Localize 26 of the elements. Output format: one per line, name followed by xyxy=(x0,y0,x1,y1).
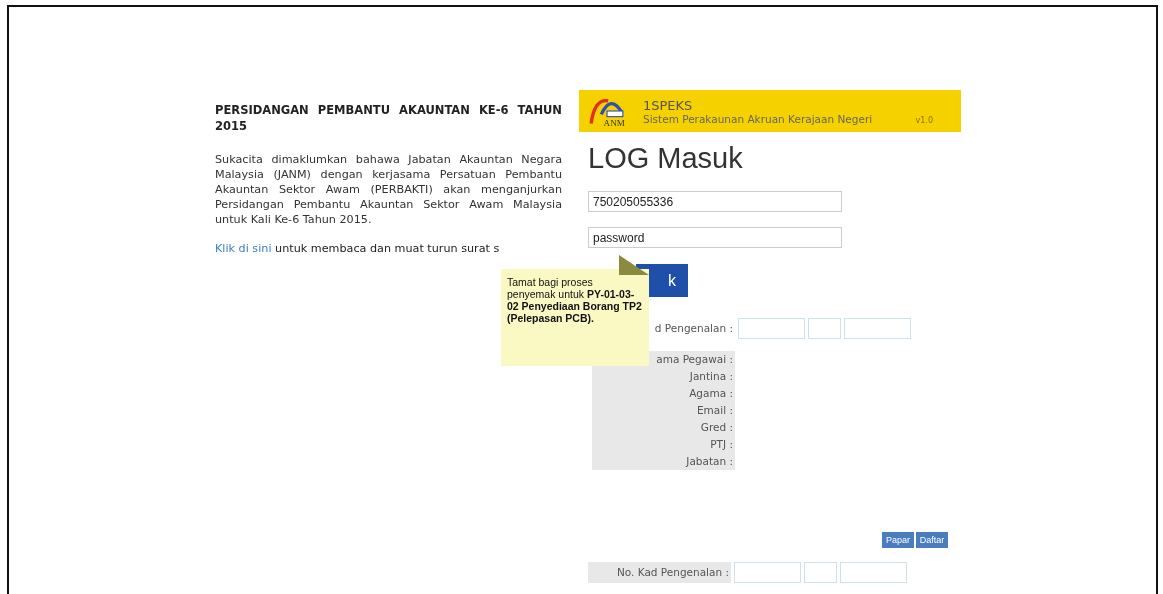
user-id-field[interactable]: 750205055336 xyxy=(588,191,842,212)
id-field[interactable] xyxy=(738,318,805,339)
field-label: Jabatan : xyxy=(592,453,735,470)
field-label: No. Kad Pengenalan : xyxy=(588,562,731,583)
app-title: 1SPEKS xyxy=(643,97,694,113)
field-label: Email : xyxy=(592,402,735,419)
id-field[interactable] xyxy=(804,562,837,583)
announcement-link[interactable]: Klik di sini xyxy=(215,242,272,255)
action-button[interactable]: Daftar xyxy=(916,532,948,548)
link-description: untuk membaca dan muat turun surat s xyxy=(275,242,500,255)
action-button[interactable]: Papar xyxy=(882,532,914,548)
app-subtitle: Sistem Perakaunan Akruan Kerajaan Negeri xyxy=(643,112,874,125)
login-heading: LOG Masuk xyxy=(588,142,744,175)
tooltip-tail-icon xyxy=(619,255,649,275)
announcement-text: Sukacita dimaklumkan bahawa Jabatan Akauntan Negara Malaysia (JANM) dengan kerjasama Persatuan Pembantu Akauntan Sektor Awam (PERBAKTI) akan menganjurkan Persidangan Pembantu Akauntan Sektor Awam Malaysia untuk Kali Ke-6 Tahun 2015. xyxy=(215,152,562,227)
field-label: Agama : xyxy=(592,385,735,402)
id-field[interactable] xyxy=(840,562,907,583)
password-field[interactable]: password xyxy=(588,227,842,248)
field-label: Jantina : xyxy=(592,368,735,385)
announcement-title: PERSIDANGAN PEMBANTU AKAUNTAN KE-6 TAHUN 2015 xyxy=(215,102,562,134)
field-label: Gred : xyxy=(592,419,735,436)
id-field[interactable] xyxy=(808,318,841,339)
id-field[interactable] xyxy=(844,318,911,339)
id-field[interactable] xyxy=(734,562,801,583)
version-label: v1.0 xyxy=(915,116,933,125)
field-label: PTJ : xyxy=(592,436,735,453)
